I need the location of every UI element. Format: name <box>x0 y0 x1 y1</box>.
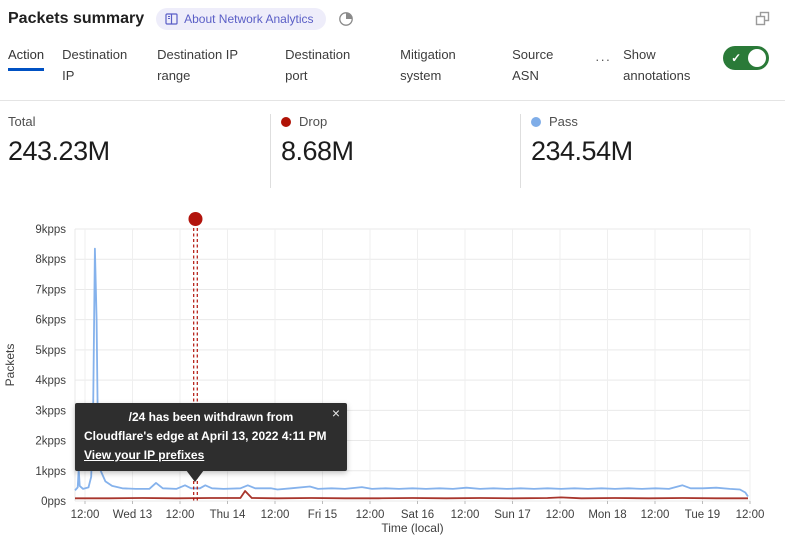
svg-text:3kpps: 3kpps <box>35 405 66 417</box>
svg-text:12:00: 12:00 <box>166 509 195 521</box>
stat-drop-value: 8.68M <box>281 136 520 167</box>
stat-pass: Pass 234.54M <box>520 114 785 188</box>
svg-text:Thu 14: Thu 14 <box>210 509 246 521</box>
svg-text:0pps: 0pps <box>41 496 66 508</box>
about-badge-label: About Network Analytics <box>184 12 313 26</box>
svg-text:12:00: 12:00 <box>546 509 575 521</box>
svg-text:Tue 19: Tue 19 <box>685 509 720 521</box>
svg-text:Wed 13: Wed 13 <box>113 509 152 521</box>
history-icon[interactable] <box>338 11 354 27</box>
stat-drop-label: Drop <box>299 114 327 129</box>
tab-mitigation-system[interactable]: Mitigation system <box>400 44 482 86</box>
toggle-knob <box>748 49 766 67</box>
pass-legend-dot <box>531 117 541 127</box>
annotation-tooltip: × /24 has been withdrawn from Cloudflare… <box>75 403 347 471</box>
annotation-text-line2: Cloudflare's edge at April 13, 2022 4:11… <box>84 427 338 446</box>
annotation-text-line1: /24 has been withdrawn from <box>84 408 338 427</box>
dimension-tabs: Action Destination IP Destination IP ran… <box>8 44 777 86</box>
drop-line <box>75 491 748 498</box>
svg-text:9kpps: 9kpps <box>35 224 66 236</box>
svg-text:8kpps: 8kpps <box>35 254 66 266</box>
stat-total: Total 243.23M <box>0 114 270 188</box>
tab-source-asn[interactable]: Source ASN <box>512 44 567 86</box>
svg-text:Packets: Packets <box>3 344 17 387</box>
show-annotations-toggle[interactable]: ✓ <box>723 46 769 70</box>
svg-text:Sat 16: Sat 16 <box>401 509 434 521</box>
book-icon <box>165 13 178 25</box>
tab-action[interactable]: Action <box>8 44 44 71</box>
svg-text:12:00: 12:00 <box>641 509 670 521</box>
svg-text:7kpps: 7kpps <box>35 284 66 296</box>
popout-icon[interactable] <box>754 10 771 30</box>
svg-text:4kpps: 4kpps <box>35 375 66 387</box>
show-annotations-label: Show annotations <box>623 44 709 86</box>
svg-text:12:00: 12:00 <box>356 509 385 521</box>
svg-text:Time (local): Time (local) <box>381 521 443 535</box>
tab-destination-ip[interactable]: Destination IP <box>62 44 137 86</box>
close-icon[interactable]: × <box>332 404 340 423</box>
view-ip-prefixes-link[interactable]: View your IP prefixes <box>84 448 204 462</box>
about-network-analytics-badge[interactable]: About Network Analytics <box>156 8 325 30</box>
svg-text:12:00: 12:00 <box>451 509 480 521</box>
svg-text:Mon 18: Mon 18 <box>588 509 626 521</box>
stat-drop: Drop 8.68M <box>270 114 520 188</box>
svg-text:1kpps: 1kpps <box>35 466 66 478</box>
tooltip-arrow <box>186 470 204 482</box>
page-title: Packets summary <box>8 10 144 28</box>
svg-text:6kpps: 6kpps <box>35 315 66 327</box>
stat-pass-label: Pass <box>549 114 578 129</box>
stats-row: Total 243.23M Drop 8.68M Pass 234.54M <box>0 100 785 188</box>
tab-destination-port[interactable]: Destination port <box>285 44 370 86</box>
svg-text:2kpps: 2kpps <box>35 436 66 448</box>
stat-total-label: Total <box>8 114 35 129</box>
check-icon: ✓ <box>731 51 741 65</box>
drop-legend-dot <box>281 117 291 127</box>
header: Packets summary About Network Analytics <box>8 8 751 30</box>
stat-total-value: 243.23M <box>8 136 270 167</box>
tab-destination-ip-range[interactable]: Destination IP range <box>157 44 252 86</box>
svg-text:5kpps: 5kpps <box>35 345 66 357</box>
more-tabs-icon[interactable]: ··· <box>595 52 611 67</box>
chart-canvas[interactable]: 0pps 1kpps 2kpps 3kpps 4kpps 5kpps 6kpps 7kpps 8… <box>0 205 785 555</box>
stat-pass-value: 234.54M <box>531 136 785 167</box>
svg-text:12:00: 12:00 <box>261 509 290 521</box>
svg-text:Fri 15: Fri 15 <box>308 509 337 521</box>
svg-text:12:00: 12:00 <box>71 509 100 521</box>
svg-text:12:00: 12:00 <box>736 509 765 521</box>
packets-chart[interactable]: 0pps 1kpps 2kpps 3kpps 4kpps 5kpps 6kpps 7kpps 8… <box>0 205 785 555</box>
svg-text:Sun 17: Sun 17 <box>494 509 530 521</box>
annotation-dot[interactable] <box>188 212 202 226</box>
